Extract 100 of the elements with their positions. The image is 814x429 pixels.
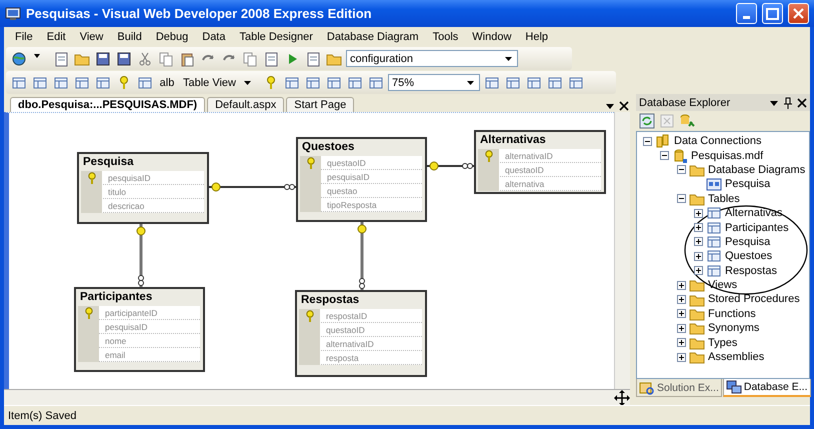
panel-tab[interactable]: Database E...	[722, 379, 810, 397]
collapse-icon[interactable]	[660, 151, 669, 160]
close-button[interactable]	[788, 3, 809, 24]
tree-item[interactable]: Database Diagrams	[637, 162, 809, 178]
document-tab[interactable]: Default.aspx	[207, 97, 284, 112]
grid-icon[interactable]	[53, 74, 69, 90]
save-all-icon[interactable]	[116, 50, 132, 66]
tree-item[interactable]: Alternativas	[637, 206, 809, 220]
row-selector[interactable]	[81, 170, 102, 184]
cut-icon[interactable]	[137, 50, 153, 66]
document-icon[interactable]	[53, 50, 69, 66]
collapse-icon[interactable]	[677, 165, 686, 174]
document-tab[interactable]: dbo.Pesquisa:...PESQUISAS.MDF)	[10, 97, 206, 112]
grid-icon[interactable]	[484, 74, 500, 90]
table-card[interactable]: Questoes questaoID pesquisaID questao tipoResposta	[296, 137, 427, 222]
menu-item[interactable]: Window	[465, 30, 518, 44]
menu-item[interactable]: View	[72, 30, 110, 44]
move-icon[interactable]	[614, 390, 630, 406]
expand-icon[interactable]	[677, 338, 686, 348]
paste-icon[interactable]	[179, 50, 195, 66]
grid-icon[interactable]	[11, 74, 27, 90]
refresh-icon[interactable]	[639, 113, 655, 129]
key-icon	[306, 310, 314, 322]
tree-item[interactable]: Questoes	[637, 249, 809, 264]
grid-icon[interactable]	[326, 74, 342, 90]
grid-icon[interactable]	[32, 74, 48, 90]
grid-icon[interactable]	[526, 74, 542, 90]
expand-icon[interactable]	[694, 252, 703, 261]
expand-icon[interactable]	[677, 280, 686, 290]
grid-icon[interactable]	[368, 74, 384, 90]
menu-item[interactable]: Database Diagram	[320, 30, 426, 44]
panel-tab[interactable]: Solution Ex...	[636, 379, 722, 397]
document-icon[interactable]	[305, 50, 321, 66]
save-icon[interactable]	[95, 50, 111, 66]
tree-item[interactable]: Views	[637, 278, 809, 292]
globe-icon[interactable]	[11, 50, 27, 66]
grid-icon[interactable]	[547, 74, 563, 90]
grid-icon[interactable]	[74, 74, 90, 90]
grid-icon[interactable]	[95, 74, 111, 90]
tree-item[interactable]: Types	[637, 335, 809, 350]
grid-icon[interactable]	[137, 74, 153, 90]
tree-item[interactable]: Respostas	[637, 264, 809, 278]
expand-icon[interactable]	[677, 324, 686, 333]
collapse-icon[interactable]	[643, 136, 652, 146]
tree-item[interactable]: Pesquisa	[637, 234, 809, 250]
tree-item[interactable]: Assemblies	[637, 350, 809, 364]
expand-icon[interactable]	[694, 237, 703, 246]
zoom-combo[interactable]: 75%	[388, 74, 480, 91]
row-selector[interactable]	[78, 306, 99, 320]
table-card[interactable]: Alternativas alternativaID questaoID alternativa	[474, 130, 606, 194]
row-selector[interactable]	[300, 156, 321, 170]
tree-item[interactable]: Synonyms	[637, 321, 809, 336]
tree-item[interactable]: Pesquisas.mdf	[637, 148, 809, 163]
row-selector[interactable]	[299, 308, 320, 322]
grid-icon[interactable]	[505, 74, 521, 90]
close-icon[interactable]	[797, 98, 807, 108]
expand-icon[interactable]	[677, 294, 686, 304]
pin-icon[interactable]	[783, 96, 793, 108]
table-card[interactable]: Pesquisa pesquisaID titulo descricao	[77, 152, 209, 224]
menu-item[interactable]: Debug	[148, 30, 196, 44]
row-selector[interactable]	[478, 148, 499, 162]
configuration-combo[interactable]: configuration	[346, 50, 518, 67]
copy-icon[interactable]	[158, 50, 174, 66]
menu-item[interactable]: Build	[110, 30, 149, 44]
grid-icon[interactable]	[284, 74, 300, 90]
expand-icon[interactable]	[694, 223, 703, 232]
tree-item[interactable]: Functions	[637, 306, 809, 322]
minimize-button[interactable]	[736, 3, 757, 24]
tree-item-label: Tables	[708, 192, 740, 205]
menu-item[interactable]: Data	[195, 30, 232, 44]
document-tab[interactable]: Start Page	[286, 97, 354, 112]
menu-item[interactable]: Table Designer	[232, 30, 320, 44]
tree-item[interactable]: Tables	[637, 192, 809, 206]
expand-icon[interactable]	[677, 352, 686, 362]
grid-icon[interactable]	[568, 74, 584, 90]
table-card[interactable]: Participantes participanteID pesquisaID nome email	[74, 287, 205, 372]
expand-icon[interactable]	[694, 208, 703, 218]
table-card[interactable]: Respostas respostaID questaoID alternativaID resposta	[295, 290, 427, 377]
horizontal-scrollbar[interactable]	[4, 389, 630, 405]
table-view-button[interactable]: Table View	[180, 76, 259, 88]
document-icon[interactable]	[263, 50, 279, 66]
collapse-icon[interactable]	[677, 194, 686, 204]
menu-item[interactable]: Edit	[40, 30, 73, 44]
maximize-button[interactable]	[762, 3, 783, 24]
menu-item[interactable]: Tools	[426, 30, 466, 44]
expand-icon[interactable]	[677, 309, 686, 318]
menu-item[interactable]: File	[8, 30, 40, 44]
close-icon[interactable]	[618, 100, 630, 112]
tree-item[interactable]: Data Connections	[637, 134, 809, 148]
grid-icon[interactable]	[305, 74, 321, 90]
vertical-scrollbar[interactable]	[614, 112, 630, 389]
menu-item[interactable]: Help	[518, 30, 556, 44]
tree-item[interactable]: Stored Procedures	[637, 292, 809, 307]
tree-item[interactable]: Pesquisa	[637, 177, 809, 192]
tree-item[interactable]: Participantes	[637, 220, 809, 235]
text-label-icon[interactable]: alb	[157, 74, 177, 92]
expand-icon[interactable]	[694, 266, 703, 276]
connect-database-icon[interactable]	[679, 113, 695, 129]
grid-icon[interactable]	[347, 74, 363, 90]
document-icon[interactable]	[242, 50, 258, 66]
